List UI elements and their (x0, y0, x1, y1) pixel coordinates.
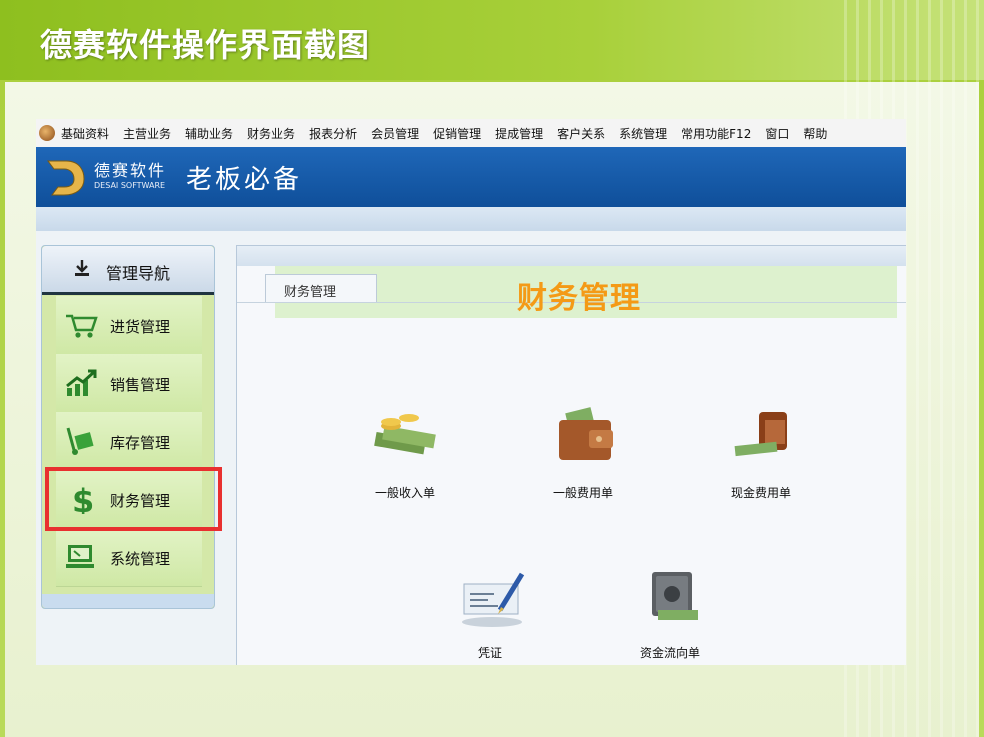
function-general-expense[interactable]: 一般费用单 (523, 406, 643, 506)
menu-item-commission[interactable]: 提成管理 (495, 125, 543, 142)
nav-item-label: 系统管理 (110, 550, 171, 568)
menu-item-aux-business[interactable]: 辅助业务 (185, 125, 233, 142)
tab-finance[interactable]: 财务管理 (265, 274, 377, 303)
menu-bar: 基础资料 主营业务 辅助业务 财务业务 报表分析 会员管理 促销管理 提成管理 … (36, 119, 906, 148)
nav-header: 管理导航 (42, 246, 214, 295)
menu-item-system[interactable]: 系统管理 (619, 125, 667, 142)
content-top-strip (237, 246, 906, 266)
nav-item-system[interactable]: 系统管理 (56, 528, 202, 587)
nav-item-purchase[interactable]: 进货管理 (56, 296, 202, 355)
logo-subtext: DESAI SOFTWARE (94, 181, 166, 190)
function-fund-flow[interactable]: 资金流向单 (610, 566, 730, 665)
menu-item-basic-data[interactable]: 基础资料 (61, 125, 109, 142)
function-general-income[interactable]: 一般收入单 (345, 406, 465, 506)
nav-item-label: 进货管理 (110, 318, 171, 336)
function-label: 凭证 (477, 646, 502, 660)
menu-item-finance[interactable]: 财务业务 (247, 125, 295, 142)
function-label: 一般费用单 (552, 486, 613, 500)
nav-footer (42, 594, 214, 608)
menu-item-crm[interactable]: 客户关系 (557, 125, 605, 142)
menu-item-reports[interactable]: 报表分析 (309, 125, 357, 142)
money-stack-icon (374, 414, 436, 455)
menu-item-window[interactable]: 窗口 (765, 125, 789, 142)
content-panel: 财务管理 财务管理 一般收入单 一般费用单 现金费用单 凭证 资金流向单 (236, 245, 906, 665)
function-cash-expense[interactable]: 现金费用单 (701, 406, 821, 506)
monitor-icon (66, 545, 94, 568)
app-banner: 德赛软件 DESAI SOFTWARE 老板必备 (36, 147, 906, 207)
selection-highlight-box (45, 467, 222, 531)
cash-wallet-icon (734, 412, 787, 457)
app-window: 基础资料 主营业务 辅助业务 财务业务 报表分析 会员管理 促销管理 提成管理 … (36, 119, 906, 665)
nav-header-label: 管理导航 (106, 264, 171, 283)
menu-item-members[interactable]: 会员管理 (371, 125, 419, 142)
function-label: 一般收入单 (374, 486, 435, 500)
tab-label: 财务管理 (284, 285, 337, 300)
function-label: 资金流向单 (639, 646, 700, 660)
hand-truck-icon (66, 427, 94, 455)
app-icon[interactable] (39, 125, 55, 141)
logo-text: 德赛软件 (94, 161, 167, 180)
banner-strip (36, 207, 906, 231)
nav-item-inventory[interactable]: 库存管理 (56, 412, 202, 471)
download-arrow-icon (75, 260, 89, 276)
nav-item-sales[interactable]: 销售管理 (56, 354, 202, 413)
chart-up-icon (66, 369, 97, 396)
menu-item-common-functions[interactable]: 常用功能F12 (681, 125, 751, 142)
menu-item-promotion[interactable]: 促销管理 (433, 125, 481, 142)
section-heading: 财务管理 (517, 281, 641, 316)
banner-slogan: 老板必备 (186, 165, 303, 195)
function-voucher[interactable]: 凭证 (430, 566, 550, 665)
management-nav-panel: 管理导航 进货管理 销售管理 库存管理 $ 财务管理 系统管理 (41, 245, 215, 609)
function-label: 现金费用单 (730, 486, 791, 500)
wallet-icon (559, 407, 613, 460)
desai-logo-icon (47, 160, 85, 196)
nav-item-label: 销售管理 (110, 376, 171, 394)
menu-item-help[interactable]: 帮助 (803, 125, 827, 142)
check-pen-icon (462, 572, 525, 627)
cart-icon (66, 314, 98, 338)
menu-item-main-business[interactable]: 主营业务 (123, 125, 171, 142)
safe-icon (652, 572, 698, 620)
nav-item-label: 库存管理 (110, 434, 171, 452)
slide-title: 德赛软件操作界面截图 (40, 26, 371, 64)
